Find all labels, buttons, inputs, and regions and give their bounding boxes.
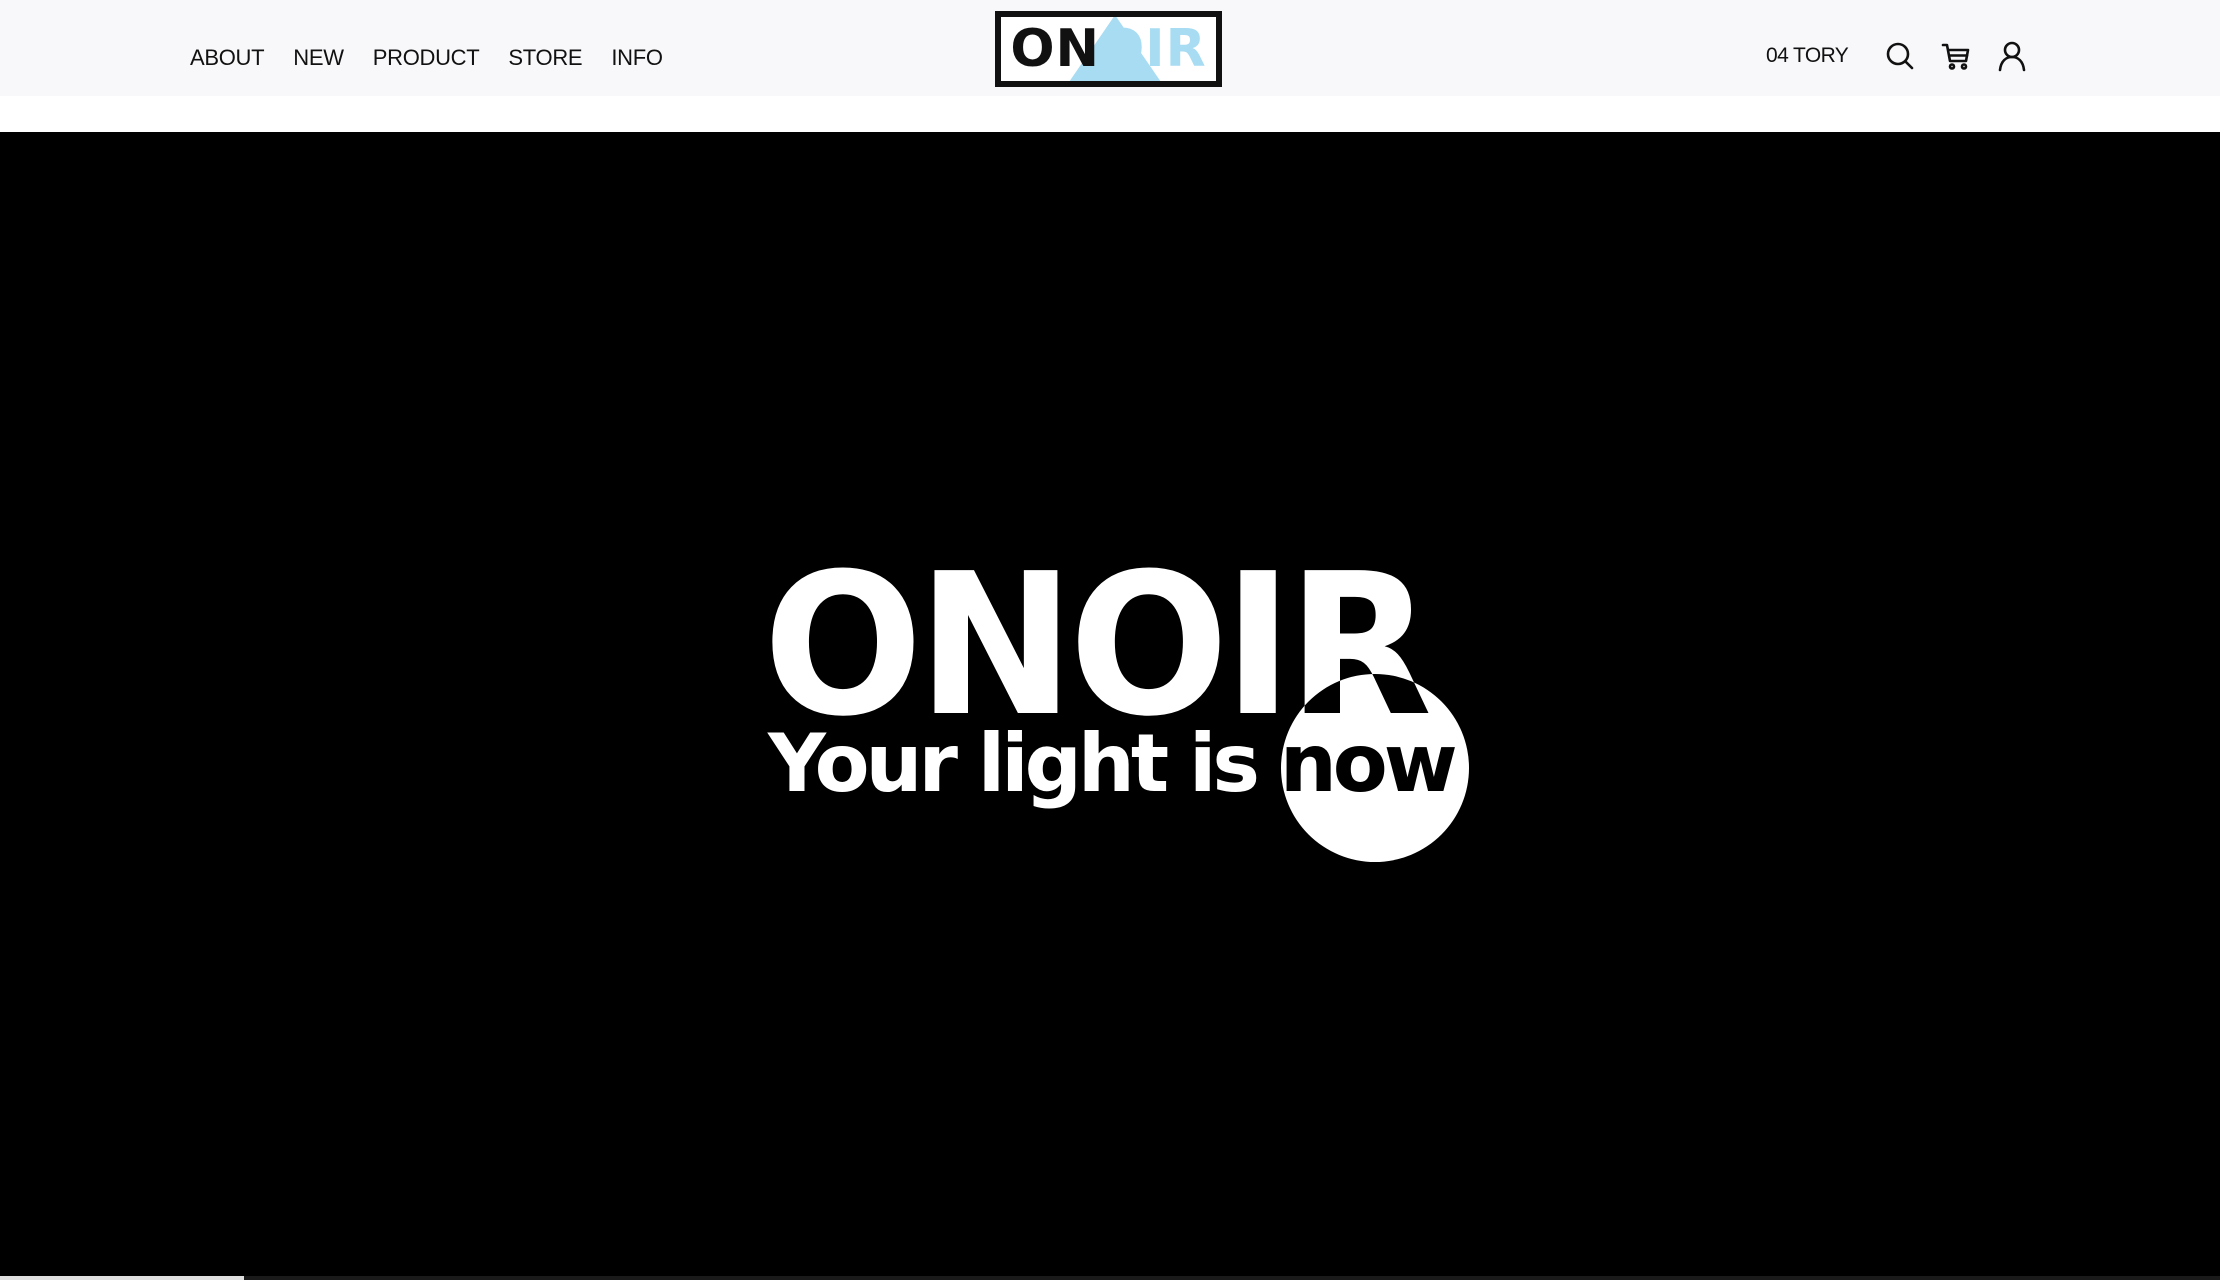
nav-store[interactable]: STORE xyxy=(508,42,582,74)
nav-about[interactable]: ABOUT xyxy=(190,42,265,74)
hero-title: ONOIR xyxy=(763,532,1432,760)
user-icon[interactable] xyxy=(1994,38,2030,74)
video-progress-bar[interactable] xyxy=(0,1276,2220,1280)
main-nav: ABOUT NEW PRODUCT STORE INFO xyxy=(190,42,692,74)
hero-video[interactable]: ONOIR Your light is now xyxy=(0,132,2220,1280)
nav-info[interactable]: INFO xyxy=(611,42,663,74)
cart-icon[interactable] xyxy=(1938,38,1974,74)
header-spacer xyxy=(0,96,2220,132)
hero-tagline: Your light is now xyxy=(768,717,1458,810)
search-icon[interactable] xyxy=(1882,38,1918,74)
logo-text: ONOIR xyxy=(1010,19,1207,79)
logo-wordmark: ONOIR xyxy=(1001,17,1216,81)
header-tools: 04 TORY xyxy=(1766,38,2050,74)
nav-new[interactable]: NEW xyxy=(293,42,344,74)
brand-logo[interactable]: ONOIR xyxy=(995,11,1222,87)
story-link[interactable]: 04 TORY xyxy=(1766,38,1849,74)
video-progress-fill xyxy=(0,1276,245,1280)
site-header: ABOUT NEW PRODUCT STORE INFO ONOIR 04 TO… xyxy=(0,0,2220,96)
nav-product[interactable]: PRODUCT xyxy=(373,42,480,74)
